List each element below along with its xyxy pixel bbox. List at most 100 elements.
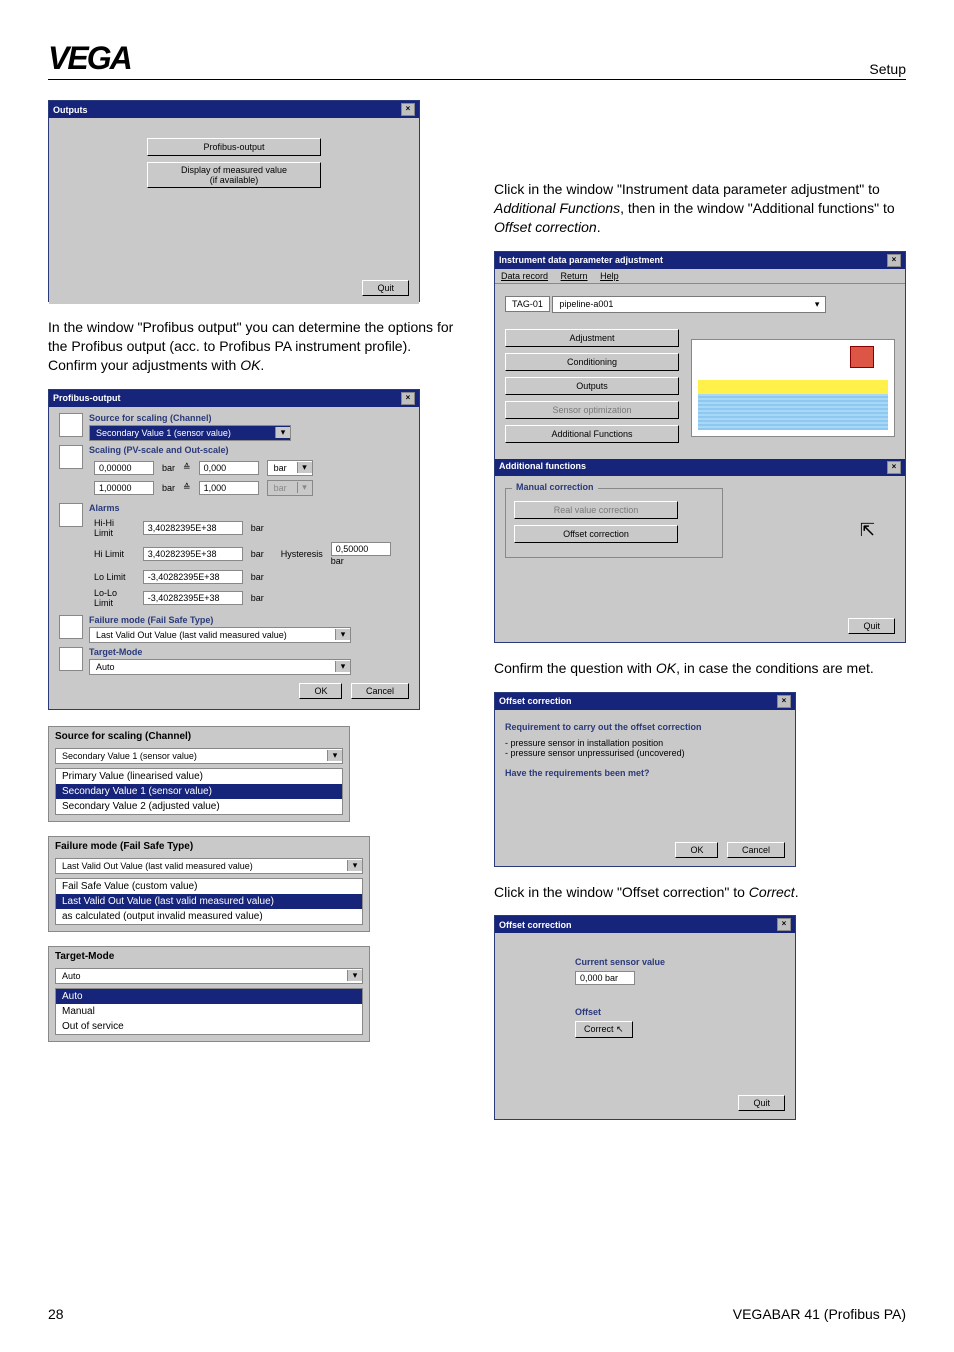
close-icon[interactable]: ×	[777, 918, 791, 931]
alarm-icon	[59, 503, 83, 527]
window-profibus-output: Profibus-output × Source for scaling (Ch…	[48, 389, 420, 710]
target-mode-options[interactable]: Auto Manual Out of service	[55, 988, 363, 1035]
target-mode-select-expanded[interactable]: Auto▾	[55, 968, 363, 984]
pipeline-select[interactable]: pipeline-a001▾	[552, 296, 826, 313]
failure-mode-select-expanded[interactable]: Last Valid Out Value (last valid measure…	[55, 858, 363, 874]
list-item[interactable]: Last Valid Out Value (last valid measure…	[56, 894, 362, 909]
current-sensor-value: 0,000 bar	[575, 971, 635, 985]
failure-mode-options[interactable]: Fail Safe Value (custom value) Last Vali…	[55, 878, 363, 925]
source-scaling-select[interactable]: Secondary Value 1 (sensor value)▾	[89, 425, 291, 441]
menu-datarecord[interactable]: Data record	[501, 271, 548, 281]
failure-mode-select[interactable]: Last Valid Out Value (last valid measure…	[89, 627, 351, 643]
section-heading: Setup	[869, 61, 906, 77]
body-text-1: In the window "Profibus output" you can …	[48, 318, 454, 375]
lo-input[interactable]: -3,40282395E+38	[143, 570, 243, 584]
scale-icon	[59, 445, 83, 469]
additional-functions-button[interactable]: Additional Functions	[505, 425, 679, 443]
manual-correction-group: Manual correction	[512, 482, 598, 492]
scale-in-0[interactable]: 0,00000	[94, 461, 154, 475]
target-icon	[59, 647, 83, 671]
quit-button[interactable]: Quit	[362, 280, 409, 296]
window-offset-requirements: Offset correction × Requirement to carry…	[494, 692, 796, 867]
display-measured-button[interactable]: Display of measured value (if available)	[147, 162, 321, 188]
list-item[interactable]: Manual	[56, 1004, 362, 1019]
brand-logo: VEGA	[48, 40, 131, 77]
unit-select-1[interactable]: bar▾	[267, 480, 313, 496]
window-title: Offset correction	[499, 920, 572, 930]
correct-button[interactable]: Correct ↖	[575, 1021, 633, 1038]
close-icon[interactable]: ×	[401, 392, 415, 405]
requirement-item: - pressure sensor in installation positi…	[505, 738, 785, 748]
tag-field: TAG-01	[505, 296, 550, 312]
window-instrument-param: Instrument data parameter adjustment × D…	[494, 251, 906, 643]
quit-button[interactable]: Quit	[848, 618, 895, 634]
list-item[interactable]: Secondary Value 1 (sensor value)	[56, 784, 342, 799]
chevron-down-icon: ▾	[815, 299, 820, 310]
panel-title: Source for scaling (Channel)	[49, 727, 349, 744]
scale-out-0[interactable]: 0,000	[199, 461, 259, 475]
lolo-input[interactable]: -3,40282395E+38	[143, 591, 243, 605]
close-icon[interactable]: ×	[887, 254, 901, 267]
real-value-correction-button: Real value correction	[514, 501, 678, 519]
ok-button[interactable]: OK	[675, 842, 718, 858]
source-scaling-label: Source for scaling (Channel)	[89, 413, 409, 423]
failmode-icon	[59, 615, 83, 639]
source-scaling-options[interactable]: Primary Value (linearised value) Seconda…	[55, 768, 343, 815]
profibus-output-button[interactable]: Profibus-output	[147, 138, 321, 156]
conditioning-button[interactable]: Conditioning	[505, 353, 679, 371]
scaling-table: 0,00000 bar≙ 0,000 bar▾ 1,00000 bar≙ 1,0…	[89, 457, 318, 499]
target-mode-select[interactable]: Auto▾	[89, 659, 351, 675]
hi-input[interactable]: 3,40282395E+38	[143, 547, 243, 561]
scale-out-1[interactable]: 1,000	[199, 481, 259, 495]
requirement-question: Have the requirements been met?	[505, 768, 785, 778]
adjustment-button[interactable]: Adjustment	[505, 329, 679, 347]
hihi-input[interactable]: 3,40282395E+38	[143, 521, 243, 535]
ok-button[interactable]: OK	[299, 683, 342, 699]
panel-source-scaling: Source for scaling (Channel) Secondary V…	[48, 726, 350, 822]
chevron-down-icon: ▾	[335, 661, 350, 672]
outputs-button[interactable]: Outputs	[505, 377, 679, 395]
list-item[interactable]: Primary Value (linearised value)	[56, 769, 342, 784]
offset-label: Offset	[575, 1007, 785, 1017]
requirement-heading: Requirement to carry out the offset corr…	[505, 722, 785, 732]
close-icon[interactable]: ×	[777, 695, 791, 708]
label: Display of measured value	[181, 165, 287, 175]
page-number: 28	[48, 1306, 64, 1322]
list-item[interactable]: Secondary Value 2 (adjusted value)	[56, 799, 342, 814]
cancel-button[interactable]: Cancel	[351, 683, 409, 699]
list-item[interactable]: Fail Safe Value (custom value)	[56, 879, 362, 894]
window-title: Additional functions	[499, 461, 586, 474]
offset-correction-button[interactable]: Offset correction	[514, 525, 678, 543]
window-outputs: Outputs × Profibus-output Display of mea…	[48, 100, 420, 302]
window-title: Profibus-output	[53, 393, 120, 403]
list-item[interactable]: as calculated (output invalid measured v…	[56, 909, 362, 924]
cancel-button[interactable]: Cancel	[727, 842, 785, 858]
sensor-opt-button: Sensor optimization	[505, 401, 679, 419]
target-mode-label: Target-Mode	[89, 647, 409, 657]
label-sub: (if available)	[210, 175, 259, 185]
menu-return[interactable]: Return	[561, 271, 588, 281]
menu-help[interactable]: Help	[600, 271, 619, 281]
list-item[interactable]: Out of service	[56, 1019, 362, 1034]
menu-bar[interactable]: Data record Return Help	[495, 269, 905, 284]
panel-title: Target-Mode	[49, 947, 369, 964]
scaling-label: Scaling (PV-scale and Out-scale)	[89, 445, 409, 455]
hysteresis-input[interactable]: 0,50000	[331, 542, 391, 556]
current-sensor-label: Current sensor value	[575, 957, 785, 967]
list-item[interactable]: Auto	[56, 989, 362, 1004]
close-icon[interactable]: ×	[401, 103, 415, 116]
cursor-icon: ↖	[616, 1024, 624, 1034]
source-scaling-select-expanded[interactable]: Secondary Value 1 (sensor value)▾	[55, 748, 343, 764]
panel-title: Failure mode (Fail Safe Type)	[49, 837, 369, 854]
window-title: Outputs	[53, 105, 88, 115]
alarms-table: Hi-Hi Limit3,40282395E+38bar Hi Limit3,4…	[89, 515, 409, 611]
alarms-label: Alarms	[89, 503, 409, 513]
body-text-r3: Click in the window "Offset correction" …	[494, 883, 906, 902]
doc-title: VEGABAR 41 (Profibus PA)	[733, 1306, 906, 1322]
close-icon[interactable]: ×	[887, 461, 901, 474]
unit-select-0[interactable]: bar▾	[267, 460, 313, 476]
quit-button[interactable]: Quit	[738, 1095, 785, 1111]
scale-in-1[interactable]: 1,00000	[94, 481, 154, 495]
window-title: Instrument data parameter adjustment	[499, 255, 663, 265]
panel-failure-mode: Failure mode (Fail Safe Type) Last Valid…	[48, 836, 370, 932]
